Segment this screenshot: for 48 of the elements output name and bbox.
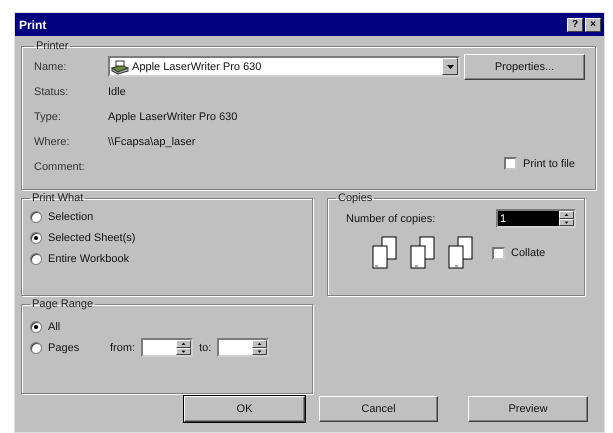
field-value: Apple LaserWriter Pro 630 [108, 110, 238, 122]
close-button[interactable]: × [585, 18, 601, 32]
page-stack-drawing [448, 236, 474, 270]
field-label: Type: [34, 110, 62, 122]
spin-up-icon[interactable] [176, 340, 192, 348]
spinner-field[interactable]: 1 [496, 209, 576, 228]
group-label: Printer [35, 40, 70, 52]
group-label: Print What [31, 192, 84, 204]
checkbox[interactable] [504, 157, 518, 170]
radio-label: Entire Workbook [48, 252, 130, 264]
checkbox[interactable] [492, 246, 505, 260]
radio-button[interactable] [30, 252, 42, 264]
field-label: Number of copies: [346, 212, 436, 224]
dialog-button[interactable]: OK [184, 396, 305, 422]
radio-button[interactable] [30, 342, 42, 354]
spin-up-icon[interactable] [252, 340, 268, 348]
field-label: to: [199, 342, 212, 354]
field-label: Comment: [34, 160, 86, 172]
checkbox-label: Collate [511, 247, 546, 259]
radio-button[interactable] [30, 210, 42, 222]
radio-button[interactable] [30, 320, 42, 332]
page-stack-drawing [372, 236, 398, 270]
radio-label: Pages [48, 342, 80, 354]
printer-dropdown[interactable]: Apple LaserWriter Pro 630 [108, 56, 460, 77]
radio-label: Selected Sheet(s) [48, 232, 136, 244]
field-value: \\Fcapsa\ap_laser [108, 136, 196, 148]
dropdown-value: Apple LaserWriter Pro 630 [131, 60, 262, 72]
radio-label: Selection [48, 210, 94, 222]
field-label: Status: [34, 86, 70, 98]
spinner-field[interactable] [217, 338, 270, 357]
page-stack-drawing [410, 236, 436, 270]
field-label: from: [110, 342, 136, 354]
spinner-field[interactable] [141, 338, 194, 357]
help-button[interactable]: ? [567, 18, 583, 32]
group-label: Page Range [31, 298, 94, 310]
field-label: Where: [34, 136, 70, 148]
group-label: Copies [337, 192, 374, 204]
window-title: Print [19, 18, 48, 32]
properties-button[interactable]: Properties... [464, 54, 585, 80]
dialog-button[interactable]: Preview [468, 396, 588, 422]
radio-button[interactable] [30, 232, 42, 244]
spin-up-icon[interactable] [559, 211, 574, 218]
printer-icon [110, 58, 130, 74]
checkbox-label: Print to file [523, 158, 575, 170]
radio-label: All [48, 320, 60, 332]
field-value: Idle [108, 86, 126, 98]
field-label: Name: [34, 60, 68, 72]
dialog-button[interactable]: Cancel [319, 396, 438, 422]
